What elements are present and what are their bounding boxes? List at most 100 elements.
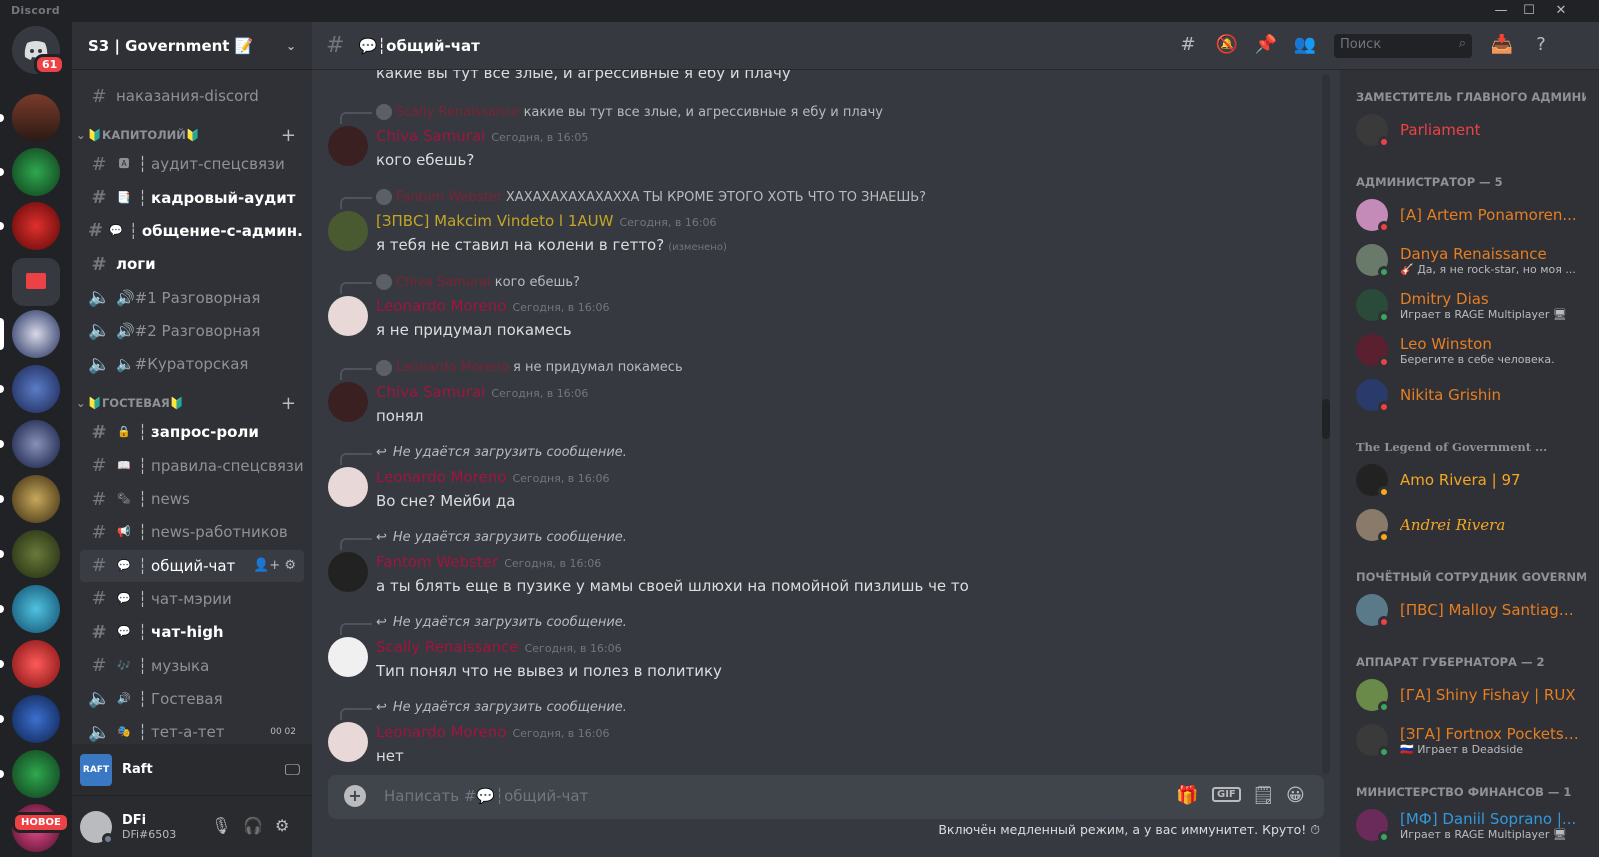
server-folder[interactable] — [12, 258, 60, 306]
avatar[interactable] — [80, 810, 114, 845]
channel-item[interactable]: 🔈 🔊 ┆ Гостевая — [80, 683, 304, 715]
headphones-icon[interactable]: 🎧 — [243, 816, 263, 835]
help-icon[interactable]: ? — [1529, 34, 1553, 58]
channel-item[interactable]: # 🅰 ┆ аудит-спецсвязи — [80, 148, 304, 180]
scroll-thumb[interactable] — [1322, 399, 1330, 439]
add-channel-icon[interactable]: + — [281, 393, 296, 414]
avatar[interactable] — [328, 722, 368, 763]
member-item[interactable]: [ЗГА] Fortnox Pockets ... 🇷🇺 Играет в Dea… — [1348, 718, 1590, 762]
channel-item[interactable]: # наказания-discord — [80, 80, 304, 112]
scrollbar[interactable] — [1322, 74, 1330, 774]
category-header[interactable]: ⌄ 🔰ГОСТЕВАЯ🔰 + — [72, 391, 312, 415]
server-seal[interactable] — [12, 420, 60, 468]
reply-reference[interactable]: ↩ Не удаётся загрузить сообщение. — [340, 700, 627, 721]
threads-icon[interactable]: # — [1176, 34, 1200, 58]
message-composer[interactable]: + Написать #💬┆общий-чат 🎁 GIF 🗒 😀 — [328, 775, 1324, 819]
avatar[interactable] — [328, 211, 368, 252]
channel-label: запрос-роли — [151, 423, 259, 442]
member-item[interactable]: [МФ] Daniil Soprano |... Играет в RAGE Mu… — [1348, 803, 1590, 847]
server-hospital[interactable] — [12, 640, 60, 688]
server-green-p-2[interactable] — [12, 750, 60, 798]
channel-item[interactable]: # 🎶 ┆ музыка — [80, 650, 304, 682]
server-red-r[interactable] — [12, 202, 60, 250]
gif-button[interactable]: GIF — [1212, 787, 1241, 802]
avatar[interactable] — [328, 466, 368, 507]
reply-reference[interactable]: ↩ Не удаётся загрузить сообщение. — [340, 445, 627, 465]
message-author[interactable]: Leonardo Moreno — [376, 468, 506, 486]
sticker-icon[interactable]: 🗒 — [1252, 785, 1275, 806]
reply-reference[interactable]: Chiva Samurai кого ебешь? — [340, 274, 580, 295]
minimize-icon[interactable]: — — [1486, 0, 1516, 22]
reply-reference[interactable]: ↩ Не удаётся загрузить сообщение. — [340, 530, 627, 550]
channel-item[interactable]: 🔈 🔈#Кураторская — [80, 348, 304, 380]
member-item[interactable]: [ГА] Shiny Fishay | RUX — [1348, 673, 1590, 717]
members-icon[interactable]: 👥 — [1293, 34, 1317, 58]
new-badge[interactable]: НОВОЕ — [12, 812, 70, 833]
message-author[interactable]: Fantom Webster — [376, 553, 498, 571]
attach-plus-icon[interactable]: + — [344, 785, 366, 807]
member-item[interactable]: Andrei Rivera — [1348, 503, 1590, 547]
reply-reference[interactable]: ↩ Не удаётся загрузить сообщение. — [340, 615, 627, 636]
message-author[interactable]: Leonardo Moreno — [376, 723, 506, 741]
message-author[interactable]: [ЗПВС] Makcim Vindeto l 1AUW — [376, 212, 613, 230]
channel-item[interactable]: # 📢 ┆ news-работников — [80, 516, 304, 548]
server-fib[interactable] — [12, 365, 60, 413]
channel-item[interactable]: # 💬 ┆ чат-мэрии — [80, 583, 304, 615]
channel-actions[interactable]: 👤+ ⚙ — [253, 558, 296, 573]
maximize-icon[interactable]: ☐ — [1514, 0, 1544, 22]
channel-item[interactable]: # 🔒 ┆ запрос-роли — [80, 416, 304, 448]
member-item[interactable]: Nikita Grishin — [1348, 373, 1590, 417]
channel-item[interactable]: # логи — [80, 248, 304, 280]
member-group-title: ПОЧЁТНЫЙ СОТРУДНИК Governm... — [1356, 570, 1586, 584]
emoji-icon[interactable]: 😀 — [1286, 785, 1305, 806]
message-author[interactable]: Scally Renaissance — [376, 638, 519, 656]
channel-item[interactable]: 🔈 🔊#2 Разговорная — [80, 315, 304, 347]
close-icon[interactable]: ✕ — [1546, 0, 1576, 22]
screen-share-icon[interactable]: 🖵 — [285, 760, 300, 780]
guild-header[interactable]: S3 | Government 📝 ⌄ — [72, 22, 312, 70]
category-header[interactable]: ⌄ 🔰КАПИТОЛИЙ🔰 + — [72, 123, 312, 147]
status-icon — [1378, 401, 1390, 413]
message-author[interactable]: Leonardo Moreno — [376, 297, 506, 315]
mic-icon[interactable]: 🎙 — [211, 816, 231, 835]
member-item[interactable]: Parliament — [1348, 108, 1590, 152]
member-item[interactable]: Danya Renaissance 🎸 Да, я не rock-star, н… — [1348, 238, 1590, 282]
gift-icon[interactable]: 🎁 — [1176, 785, 1198, 806]
member-item[interactable]: Leo Winston Берегите в себе человека. — [1348, 328, 1590, 372]
avatar[interactable] — [328, 552, 368, 592]
reply-reference[interactable]: Leonardo Moreno я не придумал покамесь — [340, 359, 683, 380]
server-webster[interactable] — [12, 94, 60, 142]
message-author[interactable]: Chiva Samurai — [376, 383, 485, 401]
channel-item[interactable]: # 💬 ┆ чат-high — [80, 616, 304, 648]
bell-muted-icon[interactable]: 🔕 — [1215, 34, 1239, 58]
member-item[interactable]: Dmitry Dias Играет в RAGE Multiplayer 🖥 — [1348, 283, 1590, 327]
channel-item[interactable]: # 📑 ┆ кадровый-аудит — [80, 182, 304, 214]
message-author[interactable]: Chiva Samurai — [376, 127, 485, 145]
server-sheriff[interactable] — [12, 475, 60, 523]
avatar[interactable] — [328, 637, 368, 678]
server-government[interactable] — [12, 310, 60, 358]
inbox-icon[interactable]: 📥 — [1490, 34, 1514, 58]
reply-reference[interactable]: Fantom Webster ХАХАХАХАХАХАХХА ТЫ КРОМЕ Э… — [339, 189, 926, 210]
channel-item[interactable]: # 🗞 ┆ news — [80, 483, 304, 515]
speaker-icon: 🔈 — [88, 721, 111, 743]
member-item[interactable]: [ПВС] Malloy Santiago... — [1348, 588, 1590, 632]
channel-item[interactable]: # 📖 ┆ правила-спецсвязи — [80, 450, 304, 482]
pin-icon[interactable]: 📌 — [1254, 34, 1278, 58]
server-green-p[interactable] — [12, 148, 60, 196]
search-input[interactable]: Поиск ⌕ — [1334, 34, 1472, 58]
reply-reference[interactable]: Scally Renaissance какие вы тут все злые,… — [340, 104, 883, 124]
channel-item[interactable]: 🔈 🔊#1 Разговорная — [80, 282, 304, 314]
server-news[interactable] — [12, 695, 60, 743]
server-ems[interactable] — [12, 585, 60, 633]
server-army[interactable] — [12, 530, 60, 578]
avatar[interactable] — [328, 126, 368, 166]
avatar[interactable] — [328, 381, 368, 422]
member-item[interactable]: [A] Artem Ponamoren... — [1348, 193, 1590, 237]
add-channel-icon[interactable]: + — [281, 125, 296, 146]
channel-item[interactable]: # 💬 ┆ общий-чат 👤+ ⚙ — [80, 549, 304, 582]
gear-icon[interactable]: ⚙ — [275, 816, 289, 835]
avatar[interactable] — [328, 296, 368, 337]
channel-item[interactable]: # 💬 ┆ общение-с-админ... — [80, 215, 304, 247]
member-item[interactable]: Amo Rivera | 97 — [1348, 458, 1590, 502]
